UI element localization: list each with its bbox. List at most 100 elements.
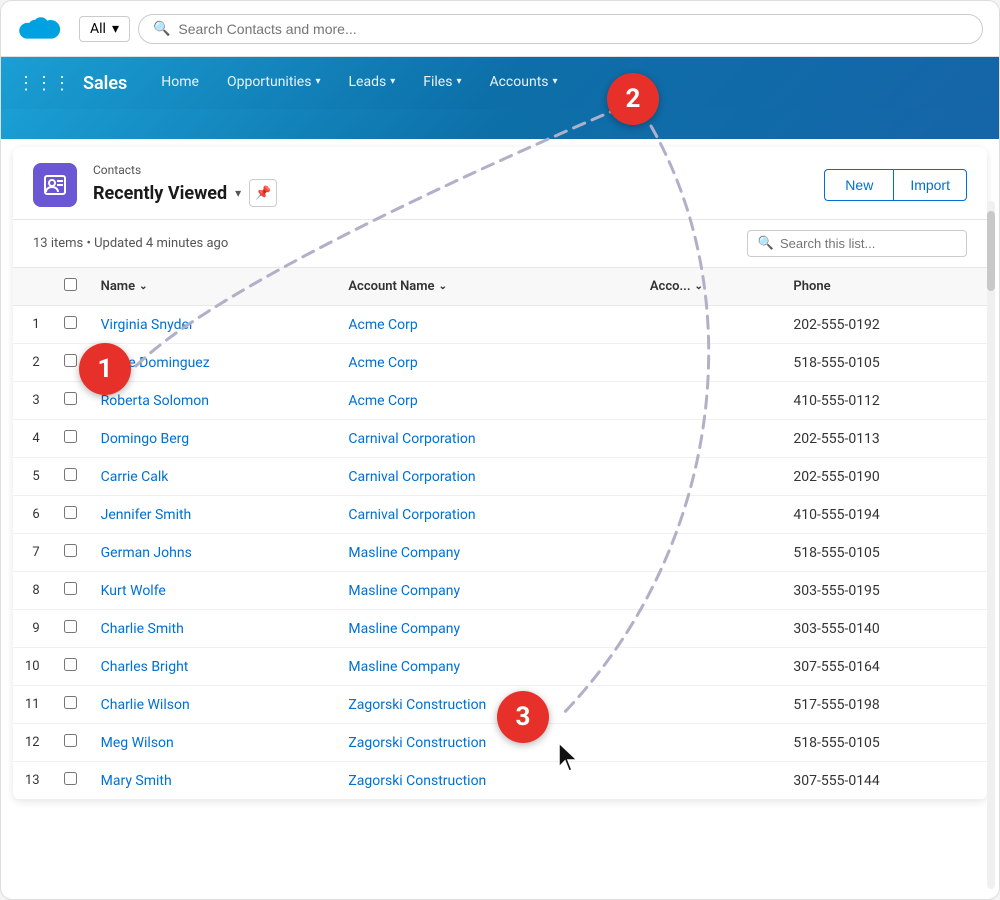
account-name-link[interactable]: Zagorski Construction bbox=[348, 773, 486, 789]
import-button[interactable]: Import bbox=[893, 169, 967, 201]
scroll-thumb[interactable] bbox=[987, 211, 995, 291]
account-name-link[interactable]: Carnival Corporation bbox=[348, 469, 475, 485]
search-scope-select[interactable]: All ▾ bbox=[79, 16, 130, 42]
global-search-input[interactable] bbox=[178, 21, 968, 37]
row-account-cell: Carnival Corporation bbox=[336, 496, 637, 534]
account-name-link[interactable]: Acme Corp bbox=[348, 317, 417, 333]
row-number: 4 bbox=[13, 420, 52, 458]
row-checkbox[interactable] bbox=[64, 544, 77, 557]
chevron-down-icon: ▾ bbox=[112, 21, 119, 37]
account-name-link[interactable]: Zagorski Construction bbox=[348, 735, 486, 751]
row-acco-cell bbox=[638, 610, 782, 648]
row-phone-cell: 202-555-0113 bbox=[781, 420, 987, 458]
contact-name-link[interactable]: Domingo Berg bbox=[101, 431, 190, 447]
salesforce-logo bbox=[17, 7, 61, 51]
nav-label-home: Home bbox=[161, 74, 199, 90]
col-acco[interactable]: Acco... ⌄ bbox=[638, 268, 782, 306]
table-body: 1 Virginia Snyder Acme Corp 202-555-0192… bbox=[13, 306, 987, 800]
row-name-cell: Nellie Dominguez bbox=[89, 344, 337, 382]
contact-name-link[interactable]: Charlie Smith bbox=[101, 621, 184, 637]
row-checkbox[interactable] bbox=[64, 772, 77, 785]
pin-button[interactable]: 📌 bbox=[249, 179, 277, 207]
row-account-cell: Acme Corp bbox=[336, 306, 637, 344]
contact-name-link[interactable]: Virginia Snyder bbox=[101, 317, 194, 333]
row-acco-cell bbox=[638, 496, 782, 534]
account-name-link[interactable]: Zagorski Construction bbox=[348, 697, 486, 713]
row-name-cell: Meg Wilson bbox=[89, 724, 337, 762]
scroll-track[interactable] bbox=[987, 201, 995, 889]
list-search-wrap: 🔍 bbox=[747, 230, 967, 257]
contact-name-link[interactable]: Mary Smith bbox=[101, 773, 172, 789]
col-acco-label: Acco... ⌄ bbox=[650, 279, 703, 294]
row-checkbox[interactable] bbox=[64, 392, 77, 405]
contact-name-link[interactable]: Charlie Wilson bbox=[101, 697, 190, 713]
account-name-link[interactable]: Masline Company bbox=[348, 583, 460, 599]
contact-name-link[interactable]: Charles Bright bbox=[101, 659, 189, 675]
row-phone-cell: 307-555-0144 bbox=[781, 762, 987, 800]
account-name-link[interactable]: Masline Company bbox=[348, 621, 460, 637]
row-checkbox-cell bbox=[52, 458, 89, 496]
col-account-name[interactable]: Account Name ⌄ bbox=[336, 268, 637, 306]
row-checkbox[interactable] bbox=[64, 506, 77, 519]
sub-header: 13 items • Updated 4 minutes ago 🔍 bbox=[13, 220, 987, 267]
row-name-cell: Roberta Solomon bbox=[89, 382, 337, 420]
row-phone-cell: 303-555-0195 bbox=[781, 572, 987, 610]
row-checkbox[interactable] bbox=[64, 582, 77, 595]
row-account-cell: Zagorski Construction bbox=[336, 762, 637, 800]
row-checkbox[interactable] bbox=[64, 468, 77, 481]
row-acco-cell bbox=[638, 572, 782, 610]
contact-name-link[interactable]: Roberta Solomon bbox=[101, 393, 209, 409]
row-name-cell: German Johns bbox=[89, 534, 337, 572]
account-name-link[interactable]: Carnival Corporation bbox=[348, 507, 475, 523]
contacts-title-wrap: Contacts Recently Viewed ▾ 📌 bbox=[93, 163, 808, 207]
row-checkbox[interactable] bbox=[64, 696, 77, 709]
nav-item-home[interactable]: Home bbox=[147, 57, 213, 109]
row-checkbox[interactable] bbox=[64, 620, 77, 633]
chevron-down-icon[interactable]: ▾ bbox=[235, 186, 241, 200]
account-name-link[interactable]: Masline Company bbox=[348, 545, 460, 561]
row-account-cell: Zagorski Construction bbox=[336, 686, 637, 724]
contact-name-link[interactable]: Kurt Wolfe bbox=[101, 583, 166, 599]
nav-item-files[interactable]: Files ▾ bbox=[409, 57, 475, 109]
nav-item-accounts[interactable]: Accounts ▾ bbox=[475, 57, 571, 109]
contact-name-link[interactable]: Meg Wilson bbox=[101, 735, 174, 751]
nav-gradient-footer bbox=[1, 109, 999, 139]
account-name-link[interactable]: Acme Corp bbox=[348, 355, 417, 371]
contact-name-link[interactable]: German Johns bbox=[101, 545, 192, 561]
apps-grid-icon[interactable]: ⋮⋮⋮ bbox=[17, 73, 71, 94]
contact-name-link[interactable]: Jennifer Smith bbox=[101, 507, 192, 523]
row-acco-cell bbox=[638, 382, 782, 420]
row-checkbox[interactable] bbox=[64, 430, 77, 443]
row-checkbox[interactable] bbox=[64, 658, 77, 671]
row-acco-cell bbox=[638, 686, 782, 724]
row-checkbox[interactable] bbox=[64, 734, 77, 747]
col-name[interactable]: Name ⌄ bbox=[89, 268, 337, 306]
row-account-cell: Acme Corp bbox=[336, 344, 637, 382]
nav-item-leads[interactable]: Leads ▾ bbox=[335, 57, 410, 109]
list-search-input[interactable] bbox=[780, 236, 956, 251]
row-phone-cell: 202-555-0192 bbox=[781, 306, 987, 344]
row-name-cell: Domingo Berg bbox=[89, 420, 337, 458]
select-all-checkbox[interactable] bbox=[64, 278, 77, 291]
account-name-link[interactable]: Acme Corp bbox=[348, 393, 417, 409]
new-button[interactable]: New bbox=[824, 169, 893, 201]
nav-label-files: Files bbox=[423, 74, 452, 90]
contact-name-link[interactable]: Nellie Dominguez bbox=[101, 355, 210, 371]
table-row: 10 Charles Bright Masline Company 307-55… bbox=[13, 648, 987, 686]
account-name-link[interactable]: Carnival Corporation bbox=[348, 431, 475, 447]
row-number: 7 bbox=[13, 534, 52, 572]
row-number: 2 bbox=[13, 344, 52, 382]
row-checkbox[interactable] bbox=[64, 354, 77, 367]
nav-label-opportunities: Opportunities bbox=[227, 74, 312, 90]
row-name-cell: Jennifer Smith bbox=[89, 496, 337, 534]
col-phone: Phone bbox=[781, 268, 987, 306]
row-phone-cell: 303-555-0140 bbox=[781, 610, 987, 648]
table-row: 2 Nellie Dominguez Acme Corp 518-555-010… bbox=[13, 344, 987, 382]
contact-name-link[interactable]: Carrie Calk bbox=[101, 469, 169, 485]
row-checkbox[interactable] bbox=[64, 316, 77, 329]
table-row: 4 Domingo Berg Carnival Corporation 202-… bbox=[13, 420, 987, 458]
search-bar: All ▾ 🔍 bbox=[1, 1, 999, 57]
account-name-link[interactable]: Masline Company bbox=[348, 659, 460, 675]
header-actions: New Import bbox=[824, 169, 967, 201]
nav-item-opportunities[interactable]: Opportunities ▾ bbox=[213, 57, 335, 109]
